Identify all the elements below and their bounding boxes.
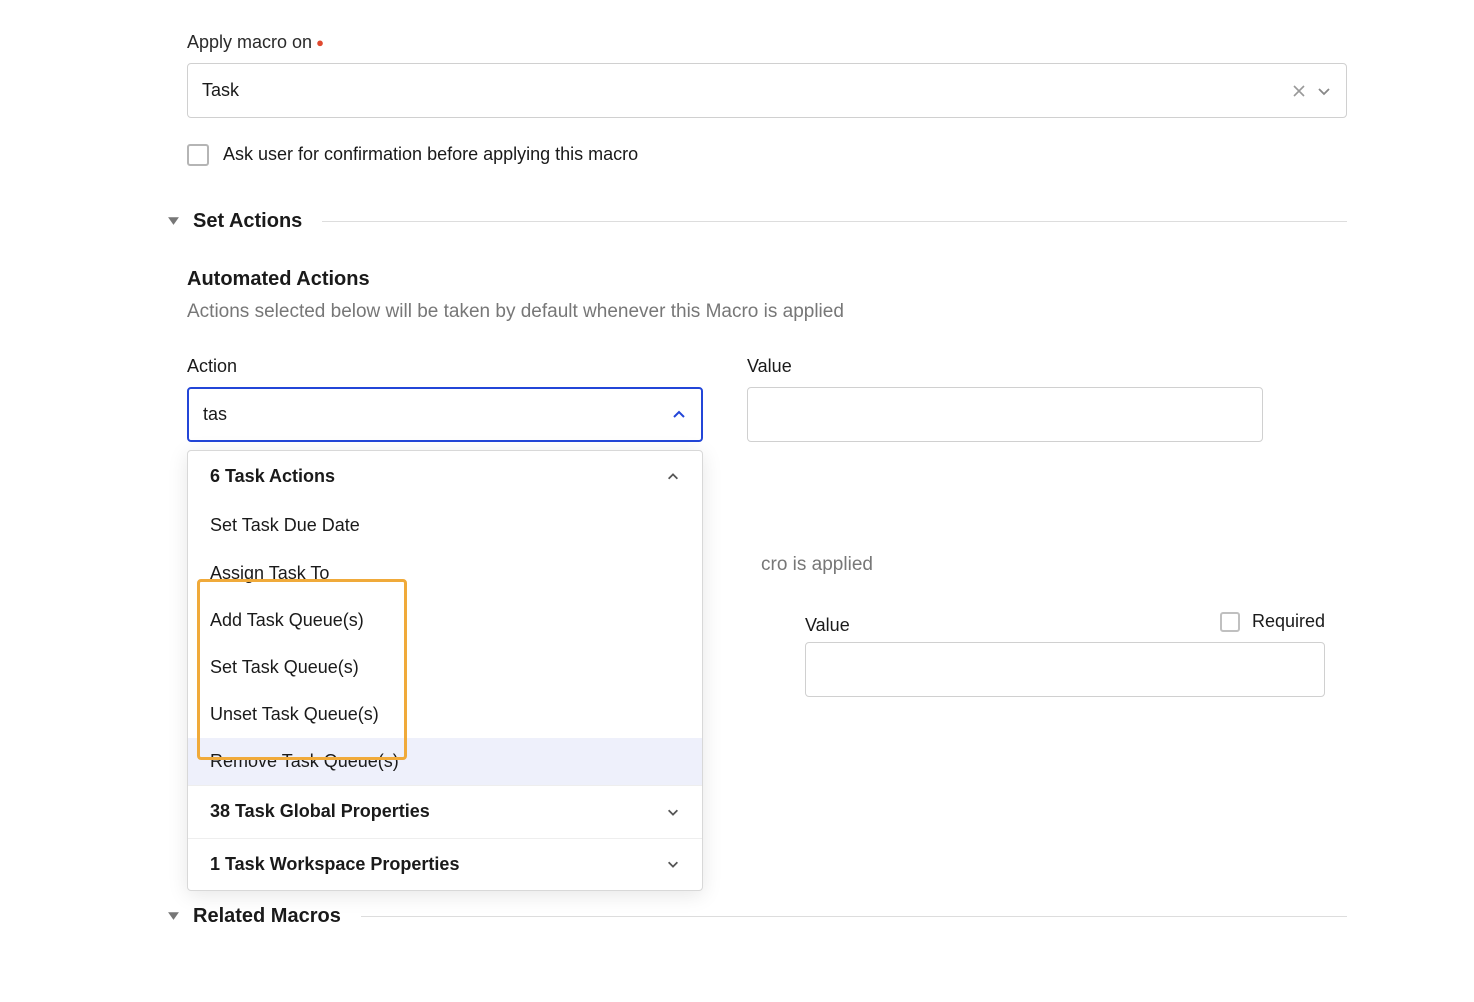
automated-actions-heading: Automated Actions — [187, 265, 1347, 293]
divider — [322, 221, 1347, 222]
dropdown-item-unset-task-queues[interactable]: Unset Task Queue(s) — [188, 691, 702, 738]
action-combobox[interactable]: tas — [187, 387, 703, 442]
apply-macro-on-label: Apply macro on● — [187, 30, 1347, 55]
required-dot: ● — [316, 35, 324, 50]
obscured-description-tail: cro is applied — [761, 552, 873, 579]
set-actions-toggle-icon[interactable] — [167, 209, 183, 234]
value-input-2[interactable] — [805, 642, 1325, 697]
chevron-down-icon[interactable] — [1316, 83, 1332, 99]
confirm-label: Ask user for confirmation before applyin… — [223, 142, 638, 167]
related-macros-title: Related Macros — [193, 902, 341, 930]
divider — [361, 916, 1347, 917]
action-input-value: tas — [203, 402, 671, 427]
dropdown-item-remove-task-queues[interactable]: Remove Task Queue(s) — [188, 738, 702, 785]
automated-actions-description: Actions selected below will be taken by … — [187, 299, 1347, 326]
action-dropdown: 6 Task Actions Set Task Due Date Assign … — [187, 450, 703, 891]
apply-macro-on-value: Task — [202, 78, 1292, 103]
dropdown-item-add-task-queues[interactable]: Add Task Queue(s) — [188, 597, 702, 644]
dropdown-item-set-task-due-date[interactable]: Set Task Due Date — [188, 502, 702, 549]
value-label-2: Value — [805, 613, 850, 638]
dropdown-group-global-properties[interactable]: 38 Task Global Properties — [188, 786, 702, 837]
action-label: Action — [187, 354, 703, 379]
dropdown-group-task-actions[interactable]: 6 Task Actions — [188, 451, 702, 502]
value-input[interactable] — [747, 387, 1263, 442]
chevron-down-icon — [666, 857, 680, 871]
chevron-up-icon[interactable] — [671, 407, 687, 423]
related-macros-toggle-icon[interactable] — [167, 904, 183, 929]
set-actions-title: Set Actions — [193, 207, 302, 235]
confirm-checkbox[interactable] — [187, 144, 209, 166]
clear-icon[interactable] — [1292, 84, 1306, 98]
required-checkbox[interactable] — [1220, 612, 1240, 632]
chevron-down-icon — [666, 805, 680, 819]
apply-macro-on-select[interactable]: Task — [187, 63, 1347, 118]
value-label: Value — [747, 354, 1263, 379]
dropdown-group-workspace-properties[interactable]: 1 Task Workspace Properties — [188, 839, 702, 890]
dropdown-item-set-task-queues[interactable]: Set Task Queue(s) — [188, 644, 702, 691]
dropdown-item-assign-task-to[interactable]: Assign Task To — [188, 550, 702, 597]
required-label: Required — [1252, 609, 1325, 634]
chevron-up-icon — [666, 470, 680, 484]
